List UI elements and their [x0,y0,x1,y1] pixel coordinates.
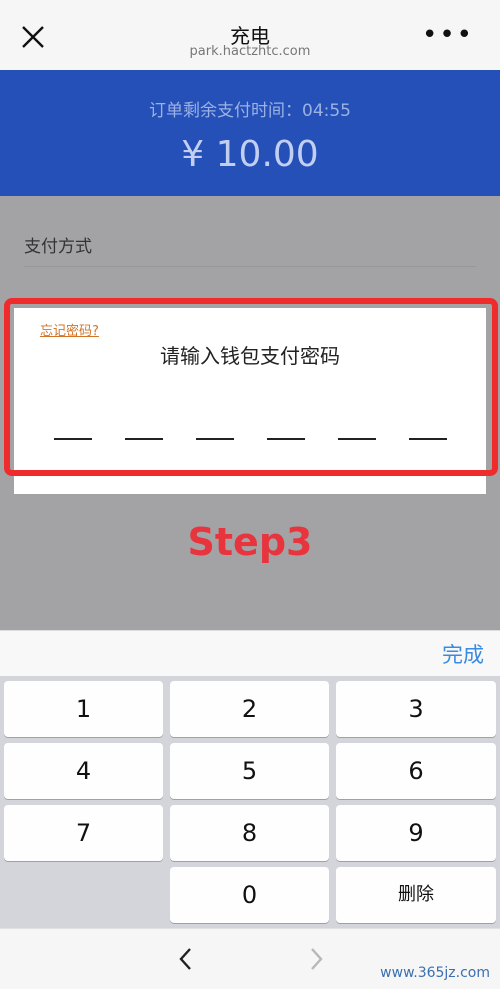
key-4[interactable]: 4 [4,743,163,799]
key-2[interactable]: 2 [170,681,329,737]
browser-bottom-bar: www.365jz.com [0,928,500,989]
payment-timer: 订单剩余支付时间：04:55 [149,101,351,121]
key-5[interactable]: 5 [170,743,329,799]
delete-key[interactable]: 删除 [336,867,496,923]
divider [24,266,476,267]
highlight-box [4,298,498,476]
key-9[interactable]: 9 [336,805,496,861]
keyboard-toolbar: 完成 [0,630,500,676]
more-options-icon[interactable]: ••• [422,22,474,48]
pay-method-label: 支付方式 [24,237,92,257]
key-7[interactable]: 7 [4,805,163,861]
payment-header: 订单剩余支付时间：04:55 ¥ 10.00 [0,70,500,196]
key-1[interactable]: 1 [4,681,163,737]
back-arrow-icon[interactable] [176,947,196,971]
key-8[interactable]: 8 [170,805,329,861]
top-nav-bar: 充电 park.hactzhtc.com ••• [0,0,500,70]
key-0[interactable]: 0 [170,867,329,923]
done-button[interactable]: 完成 [442,639,484,669]
step-annotation: Step3 [187,520,313,564]
key-6[interactable]: 6 [336,743,496,799]
forward-arrow-icon[interactable] [306,947,326,971]
payment-amount: ¥ 10.00 [181,134,319,175]
key-3[interactable]: 3 [336,681,496,737]
numeric-keypad: 1 2 3 4 5 6 7 8 9 0 删除 [0,676,500,928]
watermark: www.365jz.com [380,965,490,981]
